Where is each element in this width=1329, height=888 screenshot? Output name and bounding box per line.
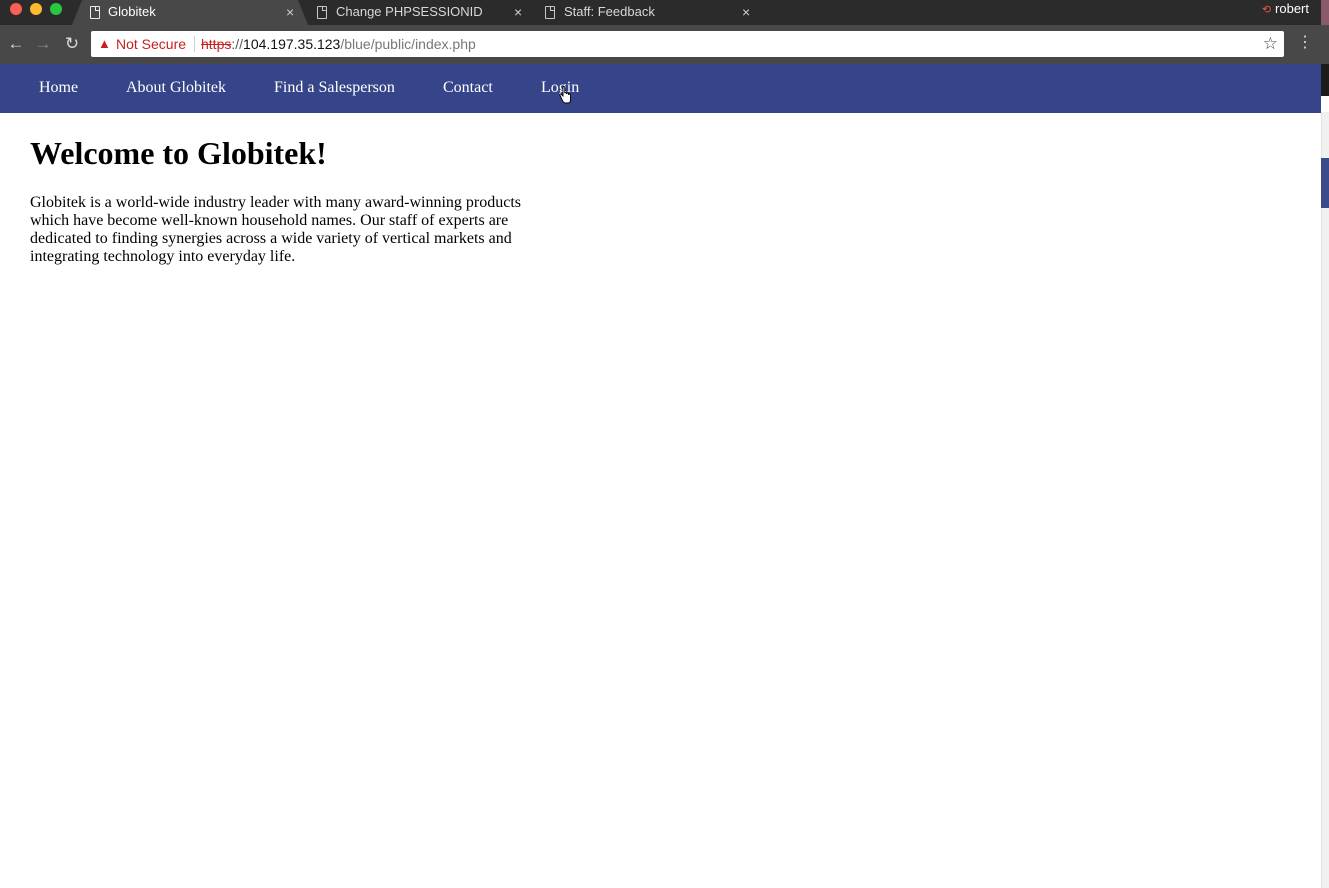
tab-globitek[interactable]: Globitek × (72, 0, 308, 25)
omnibox-divider (194, 36, 195, 52)
tab-staff-feedback[interactable]: Staff: Feedback × (528, 0, 758, 25)
security-indicator[interactable]: Not Secure (116, 31, 186, 57)
intro-paragraph: Globitek is a world-wide industry leader… (30, 194, 521, 265)
close-tab-icon[interactable]: × (742, 0, 750, 24)
scrollbar-thumb[interactable] (1321, 158, 1329, 208)
page-icon (317, 6, 327, 19)
reload-icon[interactable]: ↻ (62, 33, 82, 55)
zoom-window-button[interactable] (50, 3, 62, 15)
warning-icon: ▲ (98, 36, 111, 51)
nav-link-find-salesperson[interactable]: Find a Salesperson (274, 78, 395, 98)
address-bar[interactable]: ▲ Not Secure https://104.197.35.123/blue… (91, 31, 1284, 57)
close-window-button[interactable] (10, 3, 22, 15)
page-icon (545, 6, 555, 19)
forward-arrow-icon[interactable]: → (33, 33, 53, 55)
main-content: Welcome to Globitek! Globitek is a world… (30, 134, 530, 266)
hand-cursor-icon (559, 86, 571, 104)
url-separator: :// (231, 36, 244, 52)
page-icon (90, 6, 100, 19)
tab-title: Change PHPSESSIONID (336, 4, 483, 19)
url-scheme: https (201, 36, 232, 52)
profile-name: robert (1275, 1, 1309, 16)
close-tab-icon[interactable]: × (286, 0, 294, 24)
profile-button[interactable]: ⟲ robert (1262, 0, 1309, 20)
nav-link-home[interactable]: Home (39, 78, 78, 98)
url-host: 104.197.35.123 (243, 36, 341, 52)
nav-link-contact[interactable]: Contact (443, 78, 493, 98)
url-path: /blue/public/index.php (340, 36, 476, 52)
minimize-window-button[interactable] (30, 3, 42, 15)
tab-title: Globitek (108, 4, 156, 19)
kebab-menu-icon[interactable]: ⋮ (1297, 32, 1313, 54)
url-text[interactable]: https://104.197.35.123/blue/public/index… (201, 31, 476, 57)
close-tab-icon[interactable]: × (514, 0, 522, 24)
star-icon[interactable]: ☆ (1263, 31, 1278, 57)
nav-link-about[interactable]: About Globitek (126, 78, 226, 98)
browser-toolbar: ← → ↻ ▲ Not Secure https://104.197.35.12… (0, 25, 1329, 64)
scrollbar-track[interactable] (1321, 112, 1329, 888)
tab-title: Staff: Feedback (564, 4, 655, 19)
page-title: Welcome to Globitek! (30, 135, 327, 171)
tab-strip: Globitek × Change PHPSESSIONID × Staff: … (0, 0, 1329, 25)
tab-change-phpsessionid[interactable]: Change PHPSESSIONID × (300, 0, 530, 25)
site-navigation: Home About Globitek Find a Salesperson C… (0, 64, 1321, 113)
sync-error-icon: ⟲ (1261, 4, 1272, 16)
back-arrow-icon[interactable]: ← (6, 33, 26, 55)
